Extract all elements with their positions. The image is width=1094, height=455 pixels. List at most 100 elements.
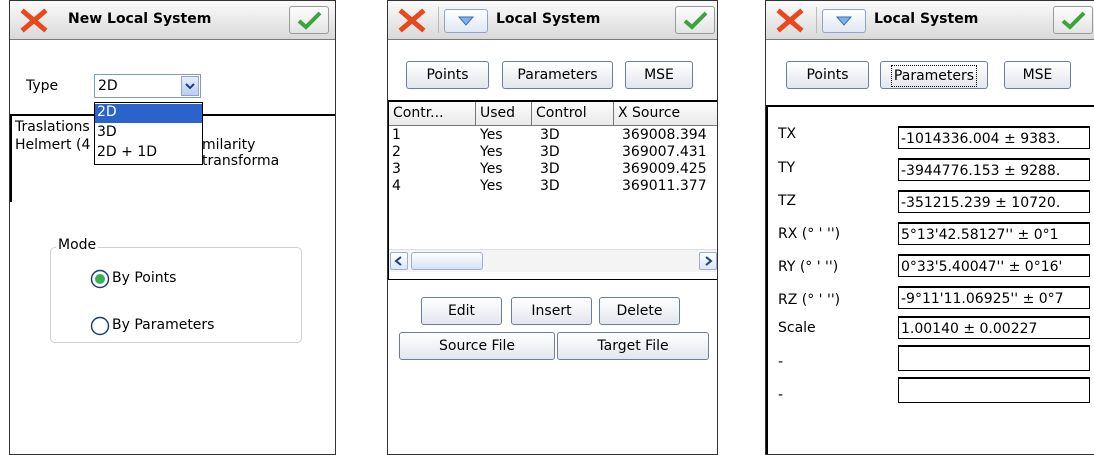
table-row[interactable]: 2 Yes 3D 369007.431 <box>389 144 717 161</box>
param-field[interactable]: 1.00140 ± 0.00227 <box>898 316 1090 339</box>
local-system-points-window: Local System Points Parameters MSE Contr… <box>387 0 718 455</box>
table-row[interactable]: 3 Yes 3D 369009.425 <box>389 161 717 178</box>
param-field[interactable]: 0°33'5.40047'' ± 0°16' <box>898 254 1090 277</box>
table-cell: Yes <box>480 161 503 177</box>
param-label: Scale <box>778 320 816 336</box>
param-field[interactable]: 5°13'42.58127'' ± 0°1 <box>898 222 1090 245</box>
table-cell: 3D <box>540 161 560 177</box>
window-title: Local System <box>496 11 601 27</box>
triangle-down-icon <box>457 16 475 26</box>
type-select-value: 2D <box>98 78 118 94</box>
tab-points[interactable]: Points <box>406 61 489 89</box>
column-header[interactable]: Used <box>476 102 532 126</box>
menu-dropdown-button[interactable] <box>444 9 488 33</box>
param-field[interactable] <box>898 345 1090 371</box>
dropdown-option[interactable]: 3D <box>97 124 117 140</box>
tab-points[interactable]: Points <box>786 61 869 89</box>
window-title: Local System <box>874 11 979 27</box>
radio-label: By Parameters <box>112 317 215 333</box>
table-cell: Yes <box>480 178 503 194</box>
param-field[interactable]: -9°11'11.06925'' ± 0°7 <box>898 286 1090 309</box>
menu-dropdown-button[interactable] <box>822 9 866 33</box>
column-header[interactable]: Contr... <box>389 102 476 126</box>
dropdown-option[interactable]: 2D + 1D <box>97 144 157 160</box>
close-icon <box>398 8 426 33</box>
separator <box>816 7 817 33</box>
param-field[interactable]: -351215.239 ± 10720. <box>898 190 1090 213</box>
cancel-button[interactable] <box>392 6 432 34</box>
mode-legend: Mode <box>56 237 99 253</box>
tab-mse[interactable]: MSE <box>625 61 693 89</box>
param-field[interactable]: -1014336.004 ± 9383. <box>898 126 1090 149</box>
new-local-system-window: New Local System Type 2D Traslations Hel… <box>9 0 336 455</box>
target-file-button[interactable]: Target File <box>557 332 709 360</box>
param-field[interactable] <box>898 377 1090 403</box>
table-cell: Yes <box>480 144 503 160</box>
scroll-right-arrow-icon[interactable] <box>699 252 717 270</box>
type-dropdown-list: 2D 3D 2D + 1D <box>94 102 203 165</box>
table-cell: 3D <box>540 178 560 194</box>
cancel-button[interactable] <box>770 6 810 34</box>
param-label: RY (° ' '') <box>778 259 839 275</box>
table-cell: Yes <box>480 127 503 143</box>
table-cell: 3D <box>540 127 560 143</box>
local-system-parameters-window: Local System Points Parameters MSE TX -1… <box>765 0 1094 455</box>
param-label: TZ <box>778 193 797 209</box>
separator <box>438 7 439 33</box>
column-header[interactable]: X Source <box>614 102 717 126</box>
tab-mse[interactable]: MSE <box>1004 61 1071 89</box>
description-line: Traslations <box>15 119 90 135</box>
dropdown-option[interactable]: 2D <box>95 104 202 123</box>
close-icon <box>20 8 48 33</box>
ok-button[interactable] <box>289 6 329 34</box>
table-cell: 4 <box>392 178 401 194</box>
param-field[interactable]: -3944776.153 ± 9288. <box>898 158 1090 181</box>
window-title: New Local System <box>68 11 212 27</box>
scroll-left-arrow-icon[interactable] <box>390 252 408 270</box>
param-label: - <box>778 354 784 370</box>
delete-button[interactable]: Delete <box>599 297 680 325</box>
table-cell: 369007.431 <box>622 144 707 160</box>
scroll-thumb[interactable] <box>411 252 483 270</box>
description-line: Helmert (4 <box>15 137 91 153</box>
param-label: - <box>778 387 784 403</box>
table-cell: 1 <box>392 127 401 143</box>
checkmark-icon <box>1061 11 1086 30</box>
checkmark-icon <box>297 11 322 30</box>
chevron-down-icon[interactable] <box>181 76 199 96</box>
points-table: Contr... Used Control X Source 1 Yes 3D … <box>388 100 717 280</box>
horizontal-scrollbar[interactable] <box>389 249 717 272</box>
title-bar: New Local System <box>10 1 335 40</box>
title-bar: Local System <box>766 1 1094 40</box>
description-line: milarity transforma <box>202 137 280 169</box>
table-cell: 369011.377 <box>622 178 707 194</box>
radio-selected-icon <box>90 269 110 289</box>
table-cell: 369009.425 <box>622 161 707 177</box>
title-bar: Local System <box>388 1 717 40</box>
type-label: Type <box>26 78 59 94</box>
table-cell: 2 <box>392 144 401 160</box>
tab-parameters[interactable]: Parameters <box>880 61 988 89</box>
checkmark-icon <box>683 11 708 30</box>
source-file-button[interactable]: Source File <box>399 332 555 360</box>
radio-label: By Points <box>112 270 177 286</box>
column-header[interactable]: Control <box>532 102 614 126</box>
param-label: TX <box>778 126 797 142</box>
ok-button[interactable] <box>675 6 715 34</box>
table-row[interactable]: 1 Yes 3D 369008.394 <box>389 127 717 144</box>
param-label: TY <box>778 160 796 176</box>
triangle-down-icon <box>835 16 853 26</box>
insert-button[interactable]: Insert <box>511 297 592 325</box>
table-cell: 369008.394 <box>622 127 707 143</box>
edit-button[interactable]: Edit <box>421 297 502 325</box>
tab-parameters[interactable]: Parameters <box>502 61 613 89</box>
param-label: RZ (° ' '') <box>778 292 841 308</box>
close-icon <box>776 8 804 33</box>
type-select[interactable]: 2D <box>94 74 201 98</box>
param-label: RX (° ' '') <box>778 226 841 242</box>
radio-unselected-icon <box>90 316 110 336</box>
table-cell: 3D <box>540 144 560 160</box>
cancel-button[interactable] <box>14 6 54 34</box>
table-row[interactable]: 4 Yes 3D 369011.377 <box>389 178 717 195</box>
ok-button[interactable] <box>1053 6 1093 34</box>
